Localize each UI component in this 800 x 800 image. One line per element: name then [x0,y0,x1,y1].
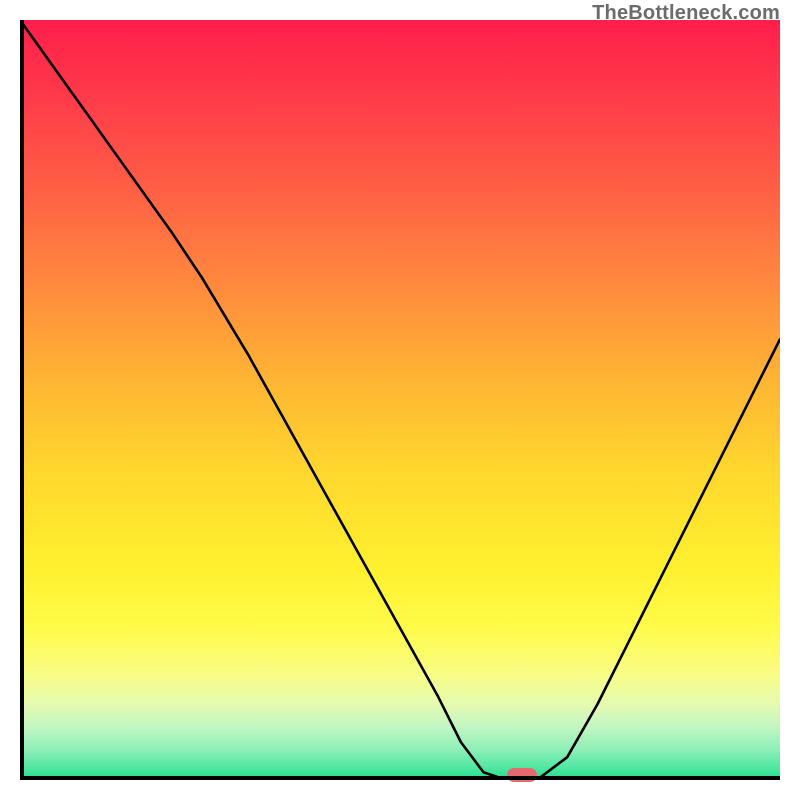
y-axis [20,20,24,780]
plot-area [20,20,780,780]
bottleneck-curve [20,20,780,780]
x-axis [20,776,780,780]
chart-container: TheBottleneck.com [0,0,800,800]
